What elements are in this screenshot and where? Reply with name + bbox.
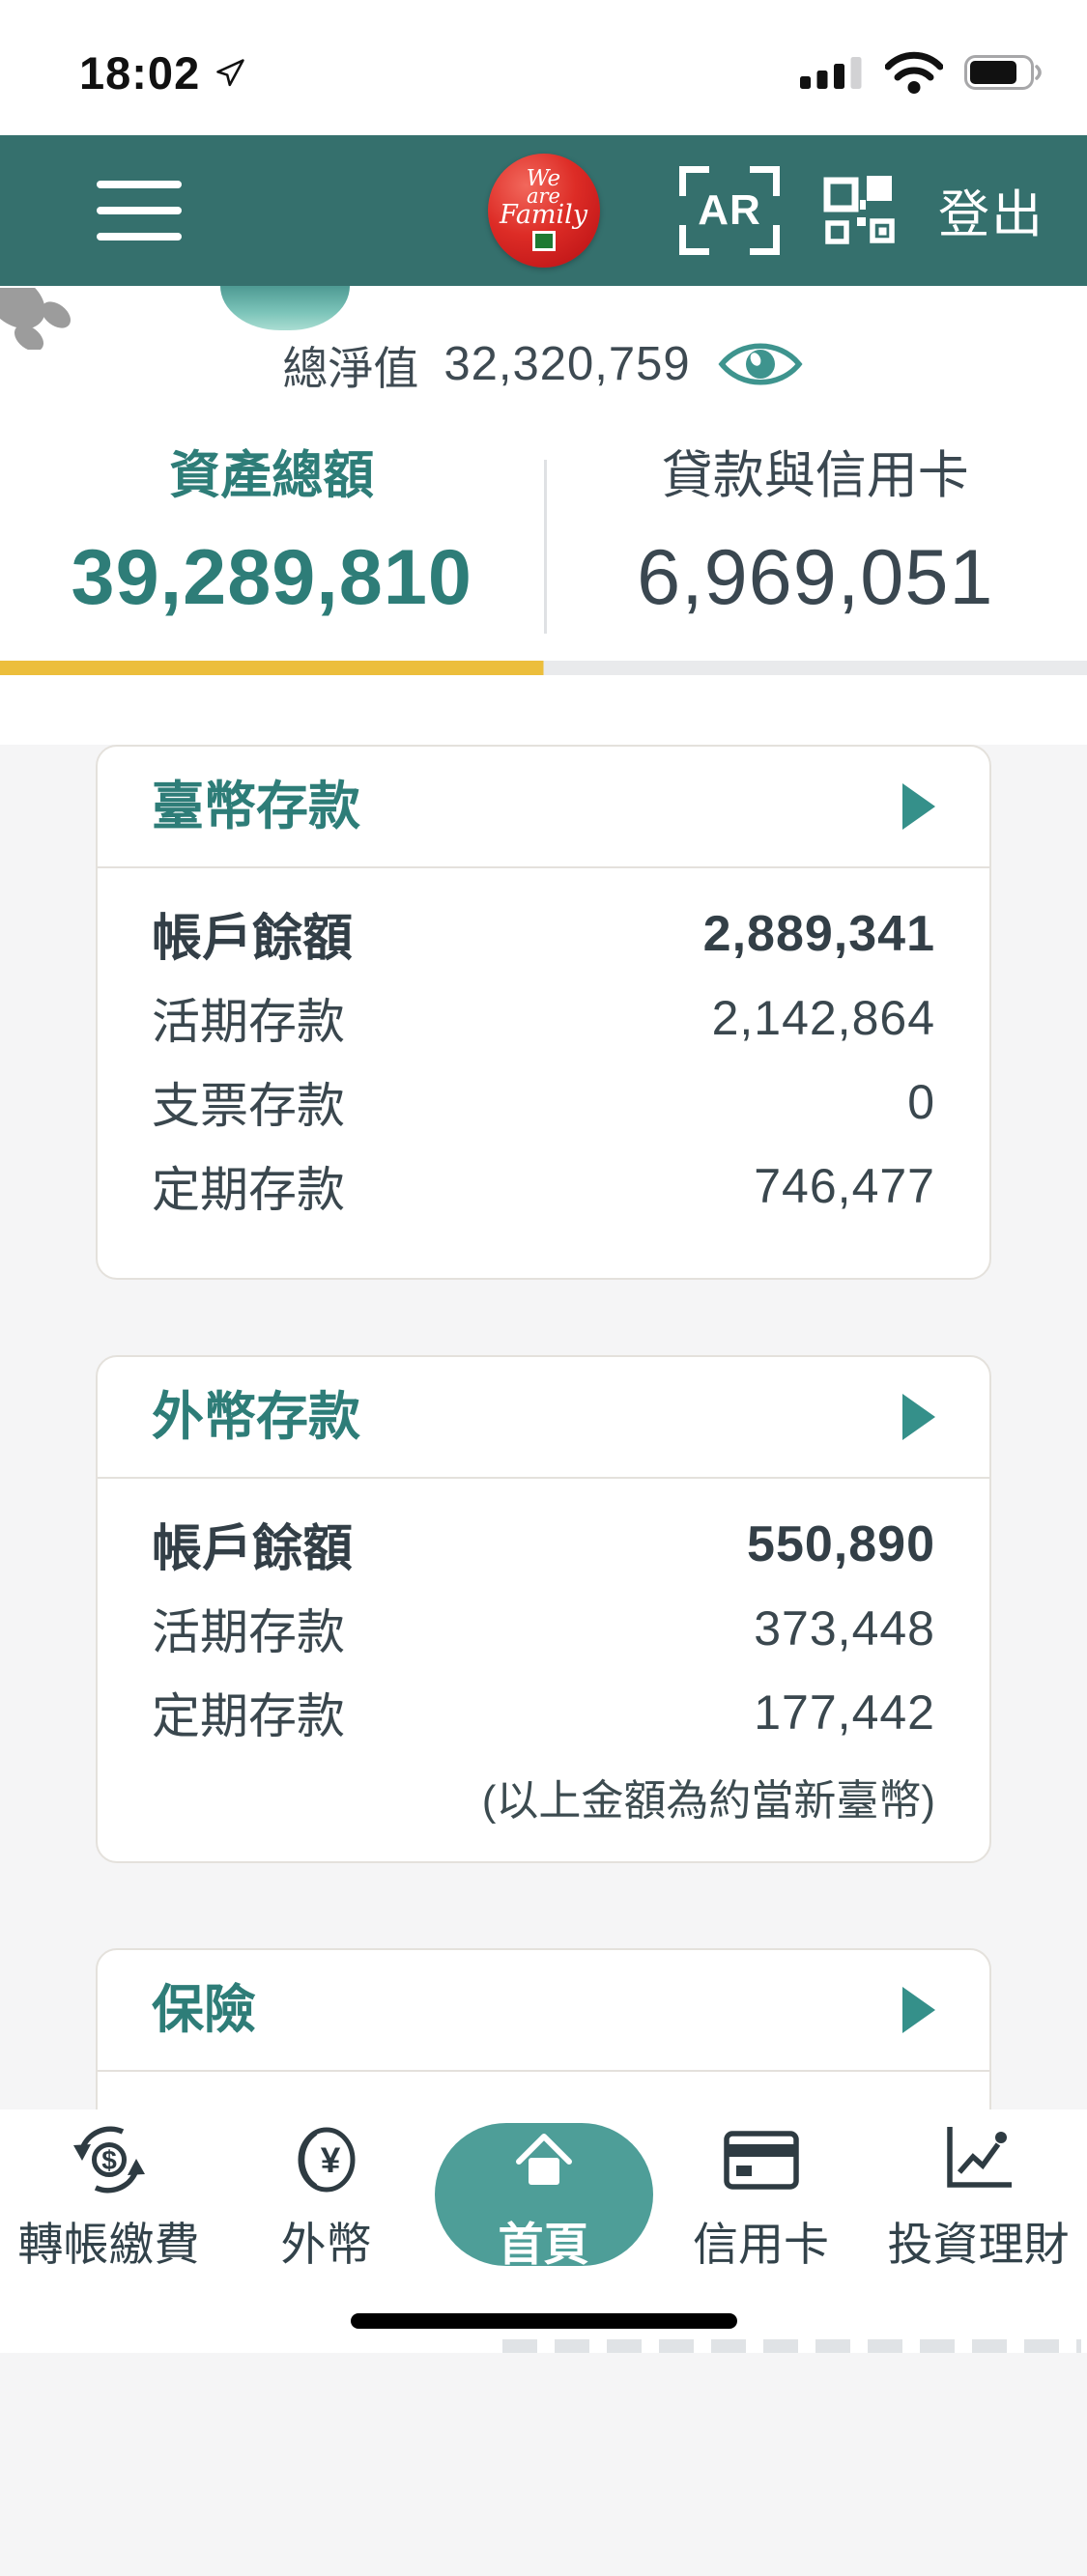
nav-label: 信用卡 xyxy=(693,2216,829,2274)
tab-assets-total[interactable]: 資產總額 39,289,810 xyxy=(0,446,544,626)
tab-label: 貸款與信用卡 xyxy=(544,446,1087,506)
net-worth-label: 總淨值 xyxy=(282,331,418,398)
net-worth-value: 32,320,759 xyxy=(443,337,690,391)
home-icon xyxy=(507,2117,581,2202)
logout-button[interactable]: 登出 xyxy=(938,174,1044,247)
logo-mark xyxy=(532,231,556,251)
table-row: 活期存款 2,142,864 xyxy=(152,976,935,1060)
clipped-content-peek xyxy=(502,2339,1081,2353)
mascot-paw-decoration xyxy=(0,288,116,350)
home-indicator[interactable] xyxy=(351,2313,737,2329)
ar-scan-button[interactable]: AR xyxy=(679,166,780,255)
status-bar: 18:02 xyxy=(0,0,1087,135)
qr-code-icon[interactable] xyxy=(822,174,896,247)
card-title: 保險 xyxy=(152,1983,256,2037)
logo-text: Family xyxy=(500,205,587,226)
cellular-signal-icon xyxy=(800,56,864,89)
table-row: 定期存款 177,442 xyxy=(152,1670,935,1754)
card-foreign-header[interactable]: 外幣存款 xyxy=(98,1357,989,1477)
foreign-currency-icon: ¥ xyxy=(284,2117,369,2202)
table-row: 帳戶餘額 550,890 xyxy=(152,1502,935,1586)
table-row: 活期存款 373,448 xyxy=(152,1586,935,1670)
table-row: 帳戶餘額 2,889,341 xyxy=(152,892,935,976)
tabs-divider xyxy=(544,460,547,634)
nav-label: 首頁 xyxy=(499,2216,589,2274)
wifi-icon xyxy=(885,51,943,94)
location-services-icon xyxy=(214,55,248,90)
eye-visibility-icon[interactable] xyxy=(716,337,805,391)
banking-home-screen: 18:02 xyxy=(0,0,1087,2353)
summary-tabs: 資產總額 39,289,810 貸款與信用卡 6,969,051 xyxy=(0,446,1087,626)
tab-label: 資產總額 xyxy=(0,446,544,506)
nav-transfer[interactable]: $ 轉帳繳費 xyxy=(0,2109,217,2353)
chevron-right-icon xyxy=(902,1987,935,2033)
card-title: 外幣存款 xyxy=(152,1390,360,1444)
nav-label: 外幣 xyxy=(281,2216,372,2274)
conversion-note: (以上金額為約當新臺幣) xyxy=(152,1754,935,1838)
svg-text:$: $ xyxy=(101,2145,117,2175)
card-foreign-deposits: 外幣存款 帳戶餘額 550,890 活期存款 373,448 定期存款 177,… xyxy=(96,1355,991,1863)
card-title: 臺幣存款 xyxy=(152,779,360,834)
nav-label: 投資理財 xyxy=(888,2216,1070,2274)
nav-investment[interactable]: 投資理財 xyxy=(870,2109,1087,2353)
nav-label: 轉帳繳費 xyxy=(18,2216,200,2274)
chevron-right-icon xyxy=(902,1394,935,1440)
transfer-icon: $ xyxy=(67,2117,152,2202)
menu-icon[interactable] xyxy=(70,171,209,250)
chevron-right-icon xyxy=(902,783,935,830)
active-tab-underline xyxy=(0,661,1087,675)
tab-value: 6,969,051 xyxy=(544,529,1087,626)
net-worth-row: 總淨值 32,320,759 xyxy=(0,286,1087,394)
card-insurance-header[interactable]: 保險 xyxy=(98,1950,989,2070)
investment-icon xyxy=(936,2117,1021,2202)
card-twd-header[interactable]: 臺幣存款 xyxy=(98,747,989,866)
table-row: 定期存款 746,477 xyxy=(152,1144,935,1228)
svg-text:¥: ¥ xyxy=(320,2140,340,2180)
credit-card-icon xyxy=(719,2117,804,2202)
battery-icon xyxy=(964,55,1046,90)
tab-loans-credit[interactable]: 貸款與信用卡 6,969,051 xyxy=(544,446,1087,626)
status-time: 18:02 xyxy=(79,46,200,99)
app-header: We are Family AR 登出 xyxy=(0,135,1087,286)
tab-value: 39,289,810 xyxy=(0,529,544,626)
bank-logo: We are Family xyxy=(488,154,600,268)
card-twd-deposits: 臺幣存款 帳戶餘額 2,889,341 活期存款 2,142,864 支票存款 … xyxy=(96,745,991,1280)
table-row: 支票存款 0 xyxy=(152,1060,935,1144)
